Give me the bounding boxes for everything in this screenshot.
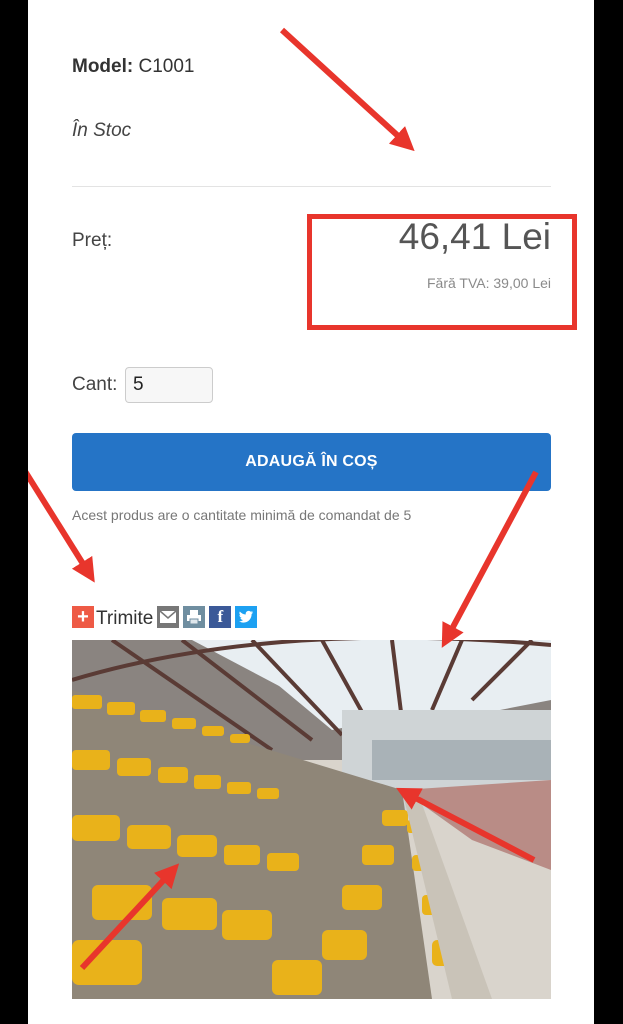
arrow-to-photo bbox=[441, 470, 539, 648]
plus-icon[interactable]: + bbox=[72, 606, 94, 628]
divider bbox=[72, 186, 551, 187]
quantity-label: Cant: bbox=[72, 374, 118, 395]
share-bar: + Trimite f bbox=[72, 605, 261, 629]
model-label: Model: bbox=[72, 56, 134, 77]
model-line: Model: C1001 bbox=[72, 56, 195, 78]
quantity-input[interactable] bbox=[125, 367, 213, 403]
model-value: C1001 bbox=[138, 56, 195, 77]
facebook-icon[interactable]: f bbox=[209, 606, 232, 628]
stock-status: În Stoc bbox=[72, 120, 132, 141]
product-photo bbox=[72, 640, 551, 999]
price-label: Preț: bbox=[72, 230, 113, 251]
add-to-cart-button[interactable]: ADAUGĂ ÎN COȘ bbox=[72, 433, 551, 491]
email-icon[interactable] bbox=[157, 606, 180, 628]
arrow-to-price bbox=[279, 27, 415, 152]
share-label[interactable]: Trimite bbox=[96, 608, 153, 630]
annotation-highlight-box bbox=[307, 214, 577, 330]
print-icon[interactable] bbox=[183, 606, 206, 628]
twitter-icon[interactable] bbox=[235, 606, 258, 628]
minimum-quantity-note: Acest produs are o cantitate minimă de c… bbox=[72, 507, 412, 523]
product-page: Model: C1001 În Stoc Preț: 46,41 Lei Făr… bbox=[28, 0, 594, 1024]
